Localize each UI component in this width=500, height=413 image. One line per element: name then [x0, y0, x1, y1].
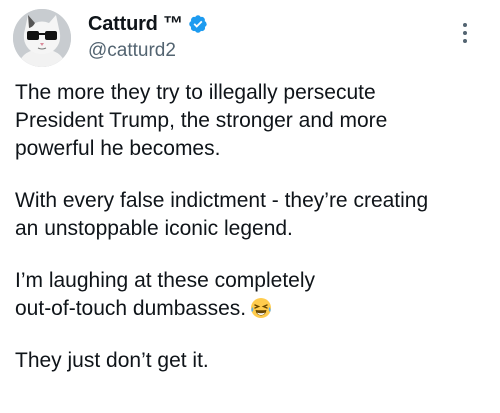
tweet-paragraph: I’m laughing at these completely out-of-…: [15, 267, 490, 323]
tweet-paragraph: The more they try to illegally persecute…: [15, 81, 388, 160]
tweet-card: Catturd ™ @catturd2 The more they try to…: [0, 0, 500, 413]
laughing-tears-emoji-icon: [250, 297, 272, 319]
avatar[interactable]: [13, 9, 71, 67]
cat-with-glasses-avatar: [13, 9, 71, 67]
name-row: Catturd ™: [88, 12, 208, 36]
more-options-button[interactable]: [455, 18, 475, 48]
tweet-paragraph: With every false indictment - they’re cr…: [15, 189, 429, 240]
verified-badge-icon: [188, 14, 208, 34]
tweet-header: Catturd ™ @catturd2: [88, 12, 208, 62]
tweet-paragraph: They just don’t get it.: [15, 349, 209, 372]
tweet-text: The more they try to illegally persecute…: [15, 79, 490, 399]
user-handle[interactable]: @catturd2: [88, 40, 208, 62]
display-name[interactable]: Catturd ™: [88, 13, 183, 36]
more-vertical-icon: [463, 23, 467, 43]
